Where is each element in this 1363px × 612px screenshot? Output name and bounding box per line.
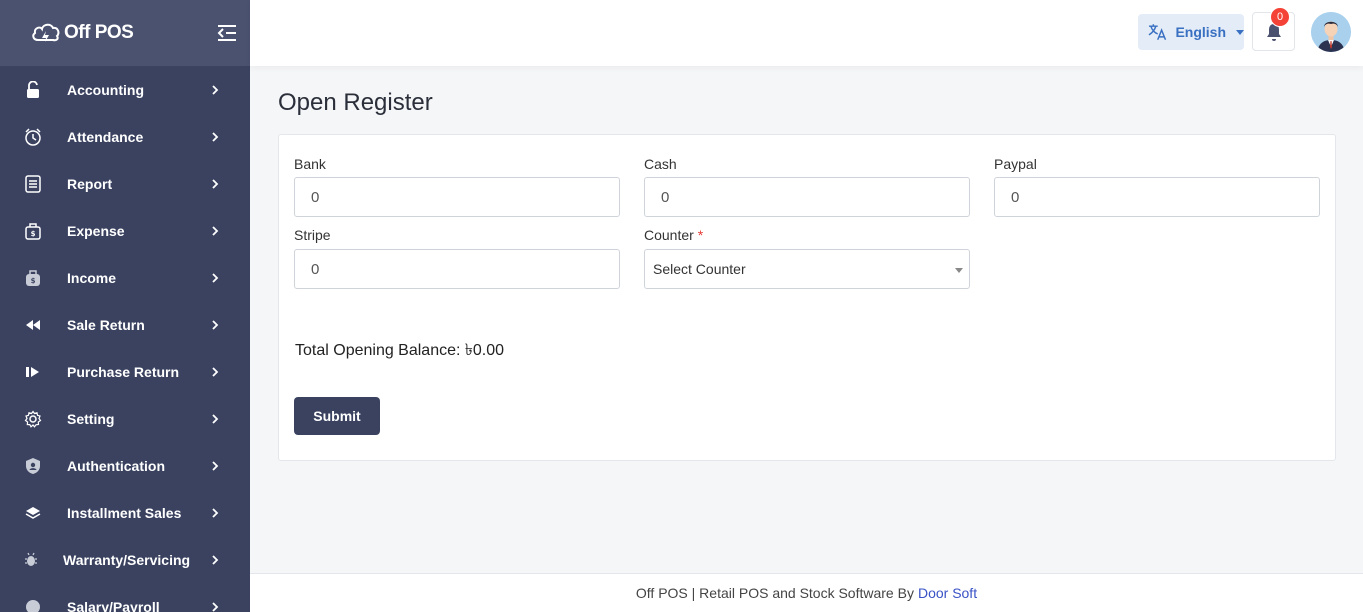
- total-label: Total Opening Balance:: [295, 342, 461, 359]
- counter-label-text: Counter: [644, 227, 694, 243]
- footer-text: Off POS | Retail POS and Stock Software …: [635, 585, 914, 601]
- topbar: English 0: [250, 0, 1363, 66]
- sidebar-item-label: Income: [67, 269, 117, 286]
- wallet-icon: $: [24, 222, 42, 240]
- counter-select[interactable]: Select Counter: [644, 249, 970, 289]
- chevron-right-icon: [212, 507, 219, 518]
- bug-icon: [22, 551, 40, 569]
- sidebar-item-label: Report: [67, 175, 113, 192]
- money-bag-icon: $: [24, 269, 42, 287]
- brand-name: Off POS: [64, 22, 134, 43]
- user-avatar[interactable]: [1311, 12, 1351, 52]
- open-register-form: Bank Cash Paypal Stripe Counter * Select…: [278, 134, 1336, 461]
- collapse-menu-icon[interactable]: [216, 22, 238, 44]
- bank-label: Bank: [294, 156, 326, 172]
- cash-input[interactable]: [644, 177, 970, 217]
- sidebar-item-warranty-servicing[interactable]: Warranty/Servicing: [0, 536, 250, 583]
- sidebar-item-attendance[interactable]: Attendance: [0, 113, 250, 160]
- coin-icon: [24, 598, 42, 612]
- language-selector[interactable]: English: [1138, 14, 1244, 50]
- svg-text:$: $: [31, 277, 36, 285]
- bank-input[interactable]: [294, 177, 620, 217]
- sidebar-item-authentication[interactable]: Authentication: [0, 442, 250, 489]
- counter-label: Counter *: [644, 227, 703, 243]
- total-value: ৳0.00: [464, 342, 505, 359]
- page-title: Open Register: [278, 89, 433, 116]
- sidebar-item-report[interactable]: Report: [0, 160, 250, 207]
- brand-header: Off POS: [0, 0, 250, 66]
- clock-icon: [24, 127, 42, 146]
- sidebar-item-label: Attendance: [67, 128, 144, 145]
- footer-link[interactable]: Door Soft: [918, 585, 977, 601]
- sidebar-item-label: Warranty/Servicing: [63, 551, 191, 568]
- sidebar-item-label: Sale Return: [67, 316, 145, 333]
- sidebar-item-label: Authentication: [67, 457, 165, 474]
- rewind-icon: [24, 316, 42, 334]
- svg-text:$: $: [31, 230, 36, 238]
- sidebar-item-setting[interactable]: Setting: [0, 395, 250, 442]
- language-label: English: [1175, 24, 1226, 40]
- notification-badge: 0: [1270, 7, 1290, 27]
- gear-icon: [24, 410, 42, 428]
- sidebar-item-income[interactable]: $ Income: [0, 254, 250, 301]
- sidebar-item-label: Installment Sales: [67, 504, 182, 521]
- caret-down-icon: [1236, 29, 1244, 35]
- chevron-right-icon: [212, 272, 219, 283]
- stripe-label: Stripe: [294, 227, 331, 243]
- lock-icon: [24, 80, 42, 99]
- sidebar-item-label: Purchase Return: [67, 363, 180, 380]
- sidebar-item-accounting[interactable]: Accounting: [0, 66, 250, 113]
- paypal-label: Paypal: [994, 156, 1037, 172]
- total-opening-balance: Total Opening Balance: ৳0.00: [295, 337, 504, 364]
- cash-label: Cash: [644, 156, 677, 172]
- paypal-input[interactable]: [994, 177, 1320, 217]
- sidebar-menu: Accounting Attendance Report $ Expense $…: [0, 66, 250, 612]
- sidebar-item-sale-return[interactable]: Sale Return: [0, 301, 250, 348]
- layers-icon: [24, 504, 42, 522]
- chevron-right-icon: [212, 84, 219, 95]
- chevron-right-icon: [212, 601, 219, 612]
- sidebar-item-salary-payroll[interactable]: Salary/Payroll: [0, 583, 250, 612]
- caret-down-icon: [955, 268, 963, 273]
- shield-user-icon: [24, 457, 42, 475]
- sidebar-item-installment-sales[interactable]: Installment Sales: [0, 489, 250, 536]
- chevron-right-icon: [212, 554, 219, 565]
- counter-select-value: Select Counter: [653, 261, 746, 277]
- stripe-input[interactable]: [294, 249, 620, 289]
- sidebar-item-label: Salary/Payroll: [67, 598, 160, 612]
- forward-icon: [24, 363, 42, 381]
- sidebar-item-label: Setting: [67, 410, 115, 427]
- submit-button[interactable]: Submit: [294, 397, 380, 435]
- chevron-right-icon: [212, 225, 219, 236]
- sidebar: Off POS Accounting Attendance Report $ E…: [0, 0, 250, 612]
- footer: Off POS | Retail POS and Stock Software …: [250, 573, 1363, 612]
- sidebar-item-expense[interactable]: $ Expense: [0, 207, 250, 254]
- chevron-right-icon: [212, 131, 219, 142]
- chevron-right-icon: [212, 413, 219, 424]
- sidebar-item-label: Accounting: [67, 81, 144, 98]
- translate-icon: [1148, 24, 1167, 41]
- logo[interactable]: Off POS: [30, 20, 134, 46]
- required-mark: *: [697, 227, 704, 243]
- user-avatar-icon: [1311, 12, 1351, 52]
- cloud-logo-icon: [32, 23, 60, 42]
- chevron-right-icon: [212, 460, 219, 471]
- report-icon: [24, 174, 42, 193]
- chevron-right-icon: [212, 366, 219, 377]
- sidebar-item-purchase-return[interactable]: Purchase Return: [0, 348, 250, 395]
- sidebar-item-label: Expense: [67, 222, 125, 239]
- chevron-right-icon: [212, 319, 219, 330]
- chevron-right-icon: [212, 178, 219, 189]
